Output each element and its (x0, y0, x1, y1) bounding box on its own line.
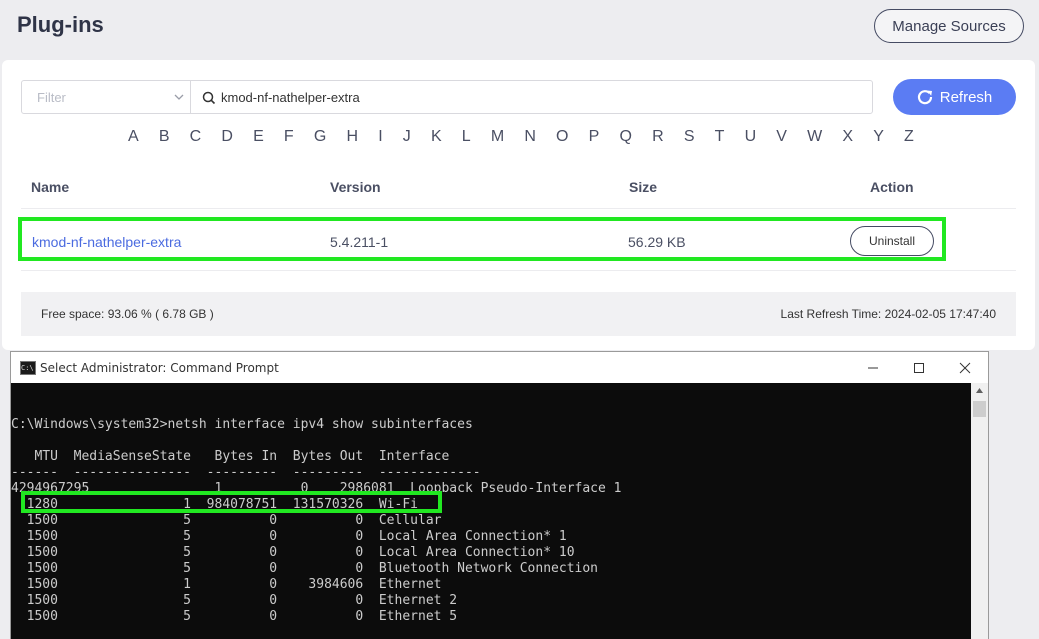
alphabet-letter[interactable]: H (346, 128, 358, 146)
column-header-name: Name (31, 179, 70, 195)
console-line: 1500 5 0 0 Local Area Connection* 1 (11, 529, 567, 544)
alphabet-letter[interactable]: G (314, 128, 326, 146)
page-title: Plug-ins (17, 12, 104, 37)
alphabet-letter[interactable]: U (745, 128, 757, 146)
column-header-action: Action (870, 179, 914, 195)
command-prompt-window: C:\ Select Administrator: Command Prompt… (10, 351, 989, 639)
console-line: 1500 5 0 0 Bluetooth Network Connection (11, 561, 598, 576)
search-icon (202, 91, 216, 105)
cmd-titlebar[interactable]: C:\ Select Administrator: Command Prompt (11, 352, 988, 383)
alphabet-letter[interactable]: O (556, 128, 568, 146)
cmd-window-title: Select Administrator: Command Prompt (40, 361, 279, 375)
refresh-icon (917, 90, 932, 105)
maximize-button[interactable] (896, 352, 942, 383)
package-version: 5.4.211-1 (330, 234, 389, 250)
alphabet-letter[interactable]: L (462, 128, 471, 146)
console-line: MTU MediaSenseState Bytes In Bytes Out I… (11, 449, 450, 464)
package-name-link[interactable]: kmod-nf-nathelper-extra (32, 234, 181, 250)
alphabet-letter[interactable]: E (253, 128, 264, 146)
alphabet-filter: A B C D E F G H I J K L M N O P Q R S T U V W X Y Z (128, 128, 914, 146)
alphabet-letter[interactable]: B (159, 128, 170, 146)
alphabet-letter[interactable]: K (431, 128, 442, 146)
manage-sources-button[interactable]: Manage Sources (874, 9, 1024, 43)
row-divider (21, 270, 1016, 271)
alphabet-letter[interactable]: R (652, 128, 664, 146)
console-line: 1500 1 0 3984606 Ethernet (11, 577, 442, 592)
console-line: 1500 5 0 0 Cellular (11, 513, 442, 528)
free-space-text: Free space: 93.06 % ( 6.78 GB ) (41, 307, 214, 321)
filter-dropdown[interactable]: Filter (21, 80, 191, 114)
alphabet-letter[interactable]: F (284, 128, 294, 146)
console-line: 1500 5 0 0 Local Area Connection* 10 (11, 545, 575, 560)
alphabet-letter[interactable]: S (684, 128, 695, 146)
cmd-app-icon: C:\ (20, 361, 36, 375)
alphabet-letter[interactable]: T (715, 128, 725, 146)
alphabet-letter[interactable]: V (776, 128, 787, 146)
alphabet-letter[interactable]: C (190, 128, 202, 146)
alphabet-letter[interactable]: Y (873, 128, 884, 146)
console-line: 1500 5 0 0 Ethernet 2 (11, 593, 458, 608)
search-value: kmod-nf-nathelper-extra (221, 90, 360, 105)
alphabet-letter[interactable]: N (524, 128, 536, 146)
alphabet-letter[interactable]: I (378, 128, 382, 146)
search-input[interactable]: kmod-nf-nathelper-extra (190, 80, 873, 114)
console-scrollbar[interactable] (971, 383, 988, 639)
plugins-panel: Filter kmod-nf-nathelper-extra Refresh A… (2, 60, 1035, 350)
close-button[interactable] (942, 352, 988, 383)
console-line: C:\Windows\system32>netsh interface ipv4… (11, 417, 473, 432)
column-header-size: Size (629, 179, 658, 195)
alphabet-letter[interactable]: A (128, 128, 139, 146)
scroll-thumb[interactable] (973, 401, 986, 417)
refresh-label: Refresh (939, 88, 993, 106)
alphabet-letter[interactable]: Q (619, 128, 631, 146)
refresh-button[interactable]: Refresh (893, 79, 1016, 115)
console-line: ------ --------------- --------- -------… (11, 465, 481, 480)
uninstall-button[interactable]: Uninstall (850, 226, 934, 256)
filter-placeholder: Filter (37, 90, 66, 105)
chevron-down-icon (174, 94, 184, 100)
alphabet-letter[interactable]: W (807, 128, 822, 146)
header-divider (21, 208, 1016, 209)
alphabet-letter[interactable]: P (589, 128, 600, 146)
minimize-button[interactable] (850, 352, 896, 383)
last-refresh-text: Last Refresh Time: 2024-02-05 17:47:40 (780, 307, 996, 321)
alphabet-letter[interactable]: Z (904, 128, 914, 146)
scroll-up-arrow-icon[interactable] (975, 386, 984, 395)
minimize-icon (868, 367, 878, 368)
alphabet-letter[interactable]: M (491, 128, 504, 146)
console-line: 1500 5 0 0 Ethernet 5 (11, 609, 458, 624)
maximize-icon (914, 362, 924, 373)
alphabet-letter[interactable]: D (221, 128, 233, 146)
close-icon (959, 362, 971, 373)
package-size: 56.29 KB (628, 234, 686, 250)
column-header-version: Version (330, 179, 381, 195)
alphabet-letter[interactable]: J (403, 128, 411, 146)
wifi-row-highlight-box (21, 491, 442, 513)
alphabet-letter[interactable]: X (842, 128, 853, 146)
status-footer: Free space: 93.06 % ( 6.78 GB ) Last Ref… (21, 292, 1016, 336)
